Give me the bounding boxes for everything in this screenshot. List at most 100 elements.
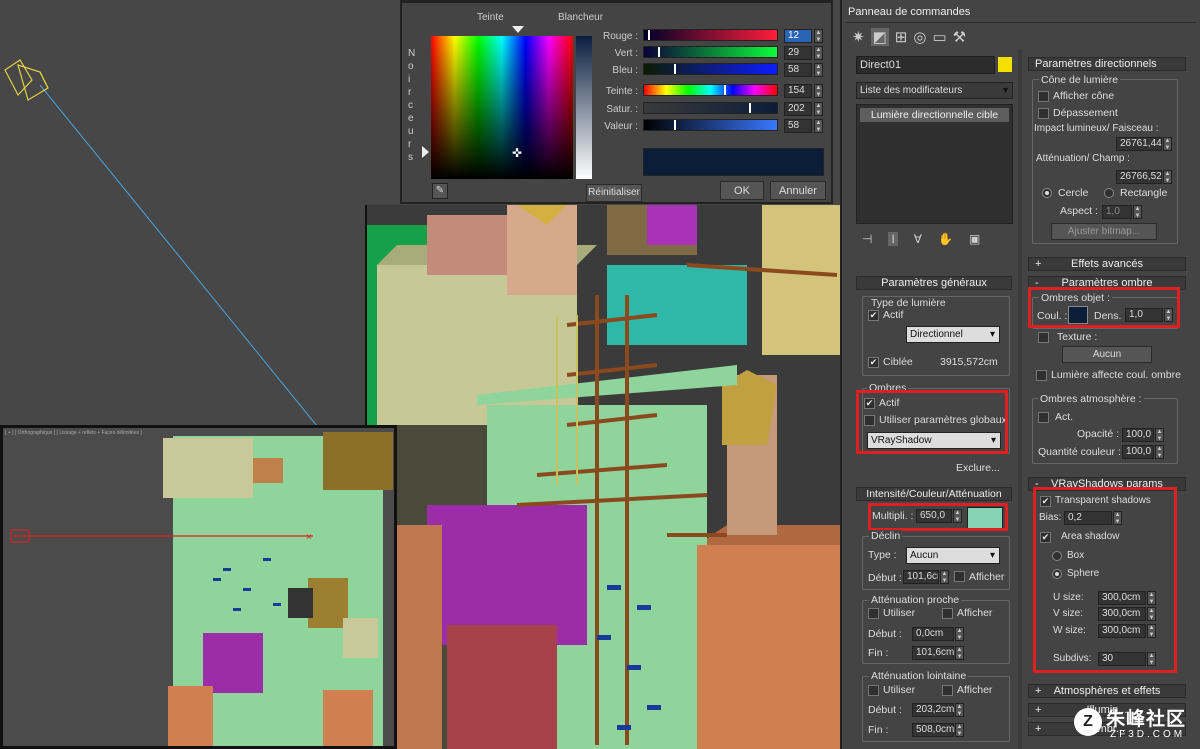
bias-field[interactable]: 0,2	[1064, 511, 1112, 525]
remove-modifier-icon[interactable]: ✋	[938, 232, 953, 246]
u-size-spinner[interactable]: ▲ ▼	[1147, 591, 1156, 605]
multiplier-spinner[interactable]: ▲ ▼	[953, 509, 962, 523]
v-size-field[interactable]: 300,0cm	[1098, 607, 1146, 621]
panel-divider[interactable]	[1018, 50, 1022, 749]
modify-tab-icon[interactable]: ◩	[870, 28, 889, 46]
decline-start-spinner[interactable]: ▲ ▼	[940, 570, 949, 584]
color-amount-field[interactable]: 100,0	[1122, 445, 1154, 459]
green-spinner[interactable]: ▲ ▼	[814, 46, 823, 60]
hue-marker-icon[interactable]	[512, 26, 524, 33]
shadow-type-dropdown[interactable]: VRayShadow	[867, 432, 1001, 449]
shadow-params-rollout[interactable]: - Paramètres ombre	[1028, 276, 1186, 290]
falloff-spinner[interactable]: ▲ ▼	[1163, 170, 1172, 184]
object-color-swatch[interactable]	[998, 57, 1012, 72]
overshoot-checkbox[interactable]	[1038, 108, 1049, 119]
red-slider[interactable]	[643, 29, 778, 41]
ok-button[interactable]: OK	[720, 181, 764, 200]
green-slider[interactable]	[643, 46, 778, 58]
hue-field[interactable]: 154	[784, 84, 812, 98]
configure-sets-icon[interactable]: ▣	[969, 232, 980, 246]
saturation-field[interactable]: 202	[784, 102, 812, 116]
hue-slider[interactable]	[643, 84, 778, 96]
make-unique-icon[interactable]: ∀	[914, 232, 922, 246]
color-amount-spinner[interactable]: ▲ ▼	[1155, 445, 1164, 459]
general-params-rollout[interactable]: Paramètres généraux	[856, 276, 1012, 290]
directional-params-rollout[interactable]: Paramètres directionnels	[1028, 57, 1186, 71]
decline-type-dropdown[interactable]: Aucun	[906, 547, 1000, 564]
area-shadow-checkbox[interactable]: ✔	[1040, 532, 1051, 543]
saturation-slider[interactable]	[643, 102, 778, 114]
green-field[interactable]: 29	[784, 46, 812, 60]
transparent-shadows-checkbox[interactable]: ✔	[1040, 496, 1051, 507]
fit-bitmap-button[interactable]: Ajuster bitmap...	[1051, 223, 1157, 240]
object-name-field[interactable]: Direct01	[856, 56, 995, 74]
texture-none-button[interactable]: Aucun	[1062, 346, 1152, 363]
hotspot-field[interactable]: 26761,44	[1116, 137, 1162, 151]
rectangle-radio[interactable]	[1104, 188, 1114, 198]
global-params-checkbox[interactable]	[864, 415, 875, 426]
advanced-effects-rollout[interactable]: + Effets avancés	[1028, 257, 1186, 271]
near-use-checkbox[interactable]	[868, 608, 879, 619]
near-show-checkbox[interactable]	[942, 608, 953, 619]
subdivs-field[interactable]: 30	[1098, 652, 1146, 666]
hierarchy-tab-icon[interactable]: ⊞	[895, 28, 908, 46]
far-end-field[interactable]: 508,0cm	[912, 723, 954, 737]
box-radio[interactable]	[1052, 551, 1062, 561]
decline-start-field[interactable]: 101,6cm	[903, 570, 939, 584]
red-field[interactable]: 12	[784, 29, 812, 43]
value-spinner[interactable]: ▲ ▼	[814, 119, 823, 133]
atmospheres-rollout[interactable]: + Atmosphères et effets	[1028, 684, 1186, 698]
blue-spinner[interactable]: ▲ ▼	[814, 63, 823, 77]
near-start-field[interactable]: 0,0cm	[912, 627, 954, 641]
display-tab-icon[interactable]: ▭	[932, 28, 946, 46]
light-affects-color-checkbox[interactable]	[1036, 370, 1047, 381]
v-size-spinner[interactable]: ▲ ▼	[1147, 607, 1156, 621]
utilities-tab-icon[interactable]: ⚒	[953, 28, 966, 46]
far-end-spinner[interactable]: ▲ ▼	[955, 723, 964, 737]
pin-stack-icon[interactable]: ⊣	[862, 232, 872, 246]
value-field[interactable]: 58	[784, 119, 812, 133]
falloff-field[interactable]: 26766,52	[1116, 170, 1162, 184]
motion-tab-icon[interactable]: ◎	[913, 28, 926, 46]
light-color-swatch[interactable]	[967, 507, 1003, 529]
sphere-radio[interactable]	[1052, 569, 1062, 579]
blackness-marker-icon[interactable]	[422, 146, 429, 158]
show-cone-checkbox[interactable]	[1038, 91, 1049, 102]
vray-shadows-rollout[interactable]: - VRayShadows params	[1028, 477, 1186, 491]
cancel-button[interactable]: Annuler	[770, 181, 826, 200]
light-type-dropdown[interactable]: Directionnel	[906, 326, 1000, 343]
atmosphere-active-checkbox[interactable]	[1038, 412, 1049, 423]
density-field[interactable]: 1,0	[1125, 308, 1163, 322]
stack-item[interactable]: Lumière directionnelle cible	[860, 108, 1009, 122]
show-end-result-icon[interactable]: I	[888, 232, 898, 246]
reset-button[interactable]: Réinitialiser	[586, 184, 642, 202]
far-start-spinner[interactable]: ▲ ▼	[955, 703, 964, 717]
opacity-spinner[interactable]: ▲ ▼	[1155, 428, 1164, 442]
crosshair-icon[interactable]: ✜	[512, 146, 522, 160]
light-active-checkbox[interactable]: ✔	[868, 310, 879, 321]
far-start-field[interactable]: 203,2cm	[912, 703, 954, 717]
far-show-checkbox[interactable]	[942, 685, 953, 696]
bias-spinner[interactable]: ▲ ▼	[1113, 511, 1122, 525]
create-tab-icon[interactable]: ✷	[852, 28, 865, 46]
density-spinner[interactable]: ▲ ▼	[1164, 308, 1173, 322]
opacity-field[interactable]: 100,0	[1122, 428, 1154, 442]
w-size-field[interactable]: 300,0cm	[1098, 624, 1146, 638]
shadows-active-checkbox[interactable]: ✔	[864, 398, 875, 409]
exclude-button[interactable]: Exclure...	[956, 462, 1000, 474]
near-end-field[interactable]: 101,6cm	[912, 646, 954, 660]
hue-spinner[interactable]: ▲ ▼	[814, 84, 823, 98]
eyedropper-icon[interactable]: ✎	[432, 183, 448, 199]
u-size-field[interactable]: 300,0cm	[1098, 591, 1146, 605]
hue-spectrum[interactable]: ✜	[431, 36, 573, 179]
decline-show-checkbox[interactable]	[954, 571, 965, 582]
whiteness-bar[interactable]	[576, 36, 592, 179]
blue-slider[interactable]	[643, 63, 778, 75]
shadow-color-swatch[interactable]	[1068, 306, 1088, 324]
far-use-checkbox[interactable]	[868, 685, 879, 696]
multiplier-field[interactable]: 650,0	[916, 509, 952, 523]
w-size-spinner[interactable]: ▲ ▼	[1147, 624, 1156, 638]
aspect-field[interactable]: 1,0	[1102, 205, 1132, 219]
top-viewport[interactable]: [ + ] [ Orthographique ] [ Lissage + ref…	[0, 425, 397, 749]
red-spinner[interactable]: ▲ ▼	[814, 29, 823, 43]
